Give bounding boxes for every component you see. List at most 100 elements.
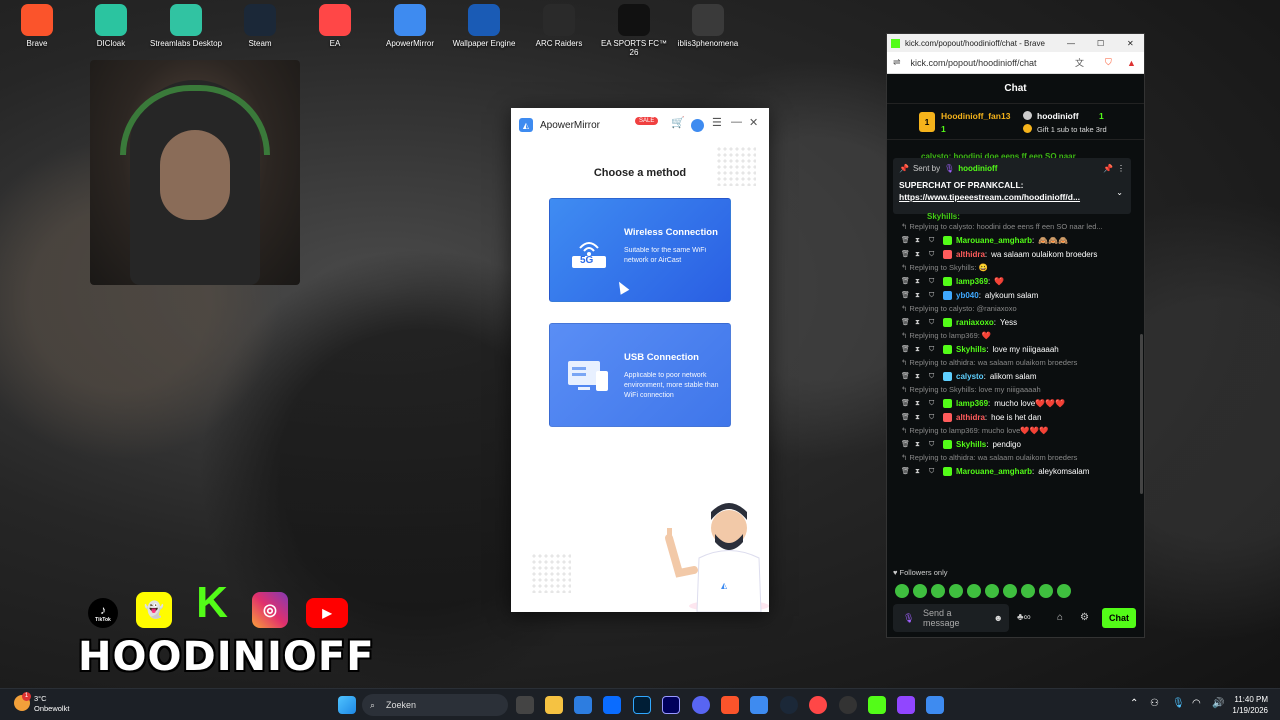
volume-icon[interactable]: 🔊 xyxy=(1212,698,1224,709)
timeout-icon[interactable]: ⧗ xyxy=(915,411,925,424)
apowermirror-taskbar-icon-2[interactable] xyxy=(926,696,944,714)
apowermirror-taskbar-icon[interactable] xyxy=(750,696,768,714)
twitch-icon[interactable] xyxy=(897,696,915,714)
brave-taskbar-icon[interactable] xyxy=(721,696,739,714)
chat-username[interactable]: Marouane_amgharb xyxy=(956,234,1032,247)
timeout-icon[interactable]: ⧗ xyxy=(915,343,925,356)
ban-icon[interactable]: ⛉ xyxy=(929,248,939,261)
timeout-icon[interactable]: ⧗ xyxy=(915,465,925,478)
chat-username[interactable]: lamp369 xyxy=(956,275,988,288)
delete-icon[interactable]: 🗑 xyxy=(901,289,911,302)
ban-icon[interactable]: ⛉ xyxy=(929,275,939,288)
ban-icon[interactable]: ⛉ xyxy=(929,438,939,451)
start-windows-icon[interactable] xyxy=(338,696,356,714)
obs-icon[interactable] xyxy=(839,696,857,714)
pinned-link[interactable]: https://www.tipeeestream.com/hoodinioff/… xyxy=(899,192,1125,202)
chat-username[interactable]: raniaxoxo xyxy=(956,316,994,329)
settings-gear-icon[interactable]: ⚙ xyxy=(1080,612,1089,623)
send-chat-button[interactable]: Chat xyxy=(1102,608,1136,628)
ban-icon[interactable]: ⛉ xyxy=(929,343,939,356)
ban-icon[interactable]: ⛉ xyxy=(929,289,939,302)
desktop-shortcut[interactable]: iblis3phenomena xyxy=(671,4,745,48)
ban-icon[interactable]: ⛉ xyxy=(929,316,939,329)
chat-username[interactable]: yb040 xyxy=(956,289,979,302)
chat-message[interactable]: ↰ Replying to Skyhills: 😀 🗑 ⧗ ⛉ lamp369: ❤️ xyxy=(895,261,1140,288)
timeout-icon[interactable]: ⧗ xyxy=(915,397,925,410)
edge-icon[interactable] xyxy=(603,696,621,714)
mic-tray-icon[interactable]: 🎙 xyxy=(1172,698,1185,709)
chat-message[interactable]: ↰ Replying to althidra: wa salaam oulaik… xyxy=(895,451,1140,478)
emote-icon[interactable] xyxy=(1057,584,1071,598)
chat-username[interactable]: althidra xyxy=(956,411,985,424)
chevron-down-icon[interactable]: ⌄ xyxy=(1116,188,1123,197)
timeout-icon[interactable]: ⧗ xyxy=(915,289,925,302)
kick-taskbar-icon[interactable] xyxy=(868,696,886,714)
desktop-shortcut[interactable]: Wallpaper Engine xyxy=(447,4,521,48)
delete-icon[interactable]: 🗑 xyxy=(901,465,911,478)
timeout-icon[interactable]: ⧗ xyxy=(915,275,925,288)
site-settings-icon[interactable]: ⇌ xyxy=(893,57,901,68)
ban-icon[interactable]: ⛉ xyxy=(929,234,939,247)
chat-message[interactable]: ↰ Replying to lamp369: ❤️ 🗑 ⧗ ⛉ Skyhills: lov… xyxy=(895,329,1140,356)
chat-scrollbar[interactable] xyxy=(1140,334,1143,494)
network-icon[interactable]: ⚇ xyxy=(1150,698,1159,709)
desktop-shortcut[interactable]: ARC Raiders xyxy=(522,4,596,48)
more-options-icon[interactable]: ⋮ xyxy=(1117,164,1125,173)
timeout-icon[interactable]: ⧗ xyxy=(915,248,925,261)
chat-username[interactable]: lamp369 xyxy=(956,397,988,410)
emote-icon[interactable] xyxy=(931,584,945,598)
task-view-icon[interactable] xyxy=(516,696,534,714)
timeout-icon[interactable]: ⧗ xyxy=(915,234,925,247)
account-avatar-icon[interactable] xyxy=(691,119,704,132)
delete-icon[interactable]: 🗑 xyxy=(901,343,911,356)
store-icon[interactable]: ⌂ xyxy=(1057,612,1063,623)
file-explorer-icon[interactable] xyxy=(545,696,563,714)
timeout-icon[interactable]: ⧗ xyxy=(915,370,925,383)
ban-icon[interactable]: ⛉ xyxy=(929,397,939,410)
chat-message[interactable]: ↰ Replying to althidra: wa salaam oulaik… xyxy=(895,356,1140,383)
emote-icon[interactable] xyxy=(1039,584,1053,598)
steam-taskbar-icon[interactable] xyxy=(780,696,798,714)
delete-icon[interactable]: 🗑 xyxy=(901,275,911,288)
delete-icon[interactable]: 🗑 xyxy=(901,411,911,424)
chat-username[interactable]: calysto xyxy=(956,370,984,383)
desktop-shortcut[interactable]: Brave xyxy=(0,4,74,48)
close-icon[interactable]: ✕ xyxy=(749,116,758,129)
emote-icon[interactable] xyxy=(913,584,927,598)
wireless-connection-button[interactable]: 5G Wireless Connection Suitable for the … xyxy=(549,198,731,302)
chat-input[interactable]: 🎙 Send a message ☻ xyxy=(893,604,1009,632)
unpin-icon[interactable]: 📌 xyxy=(1103,164,1113,173)
delete-icon[interactable]: 🗑 xyxy=(901,234,911,247)
emote-icon[interactable] xyxy=(1003,584,1017,598)
chat-message[interactable]: 🗑 ⧗ ⛉ althidra: hoe is het dan xyxy=(895,410,1140,424)
chat-message[interactable]: ↰ Replying to calysto: @raniaxoxo 🗑 ⧗ ⛉ rani… xyxy=(895,302,1140,329)
emote-icon[interactable] xyxy=(949,584,963,598)
desktop-shortcut[interactable]: Steam xyxy=(223,4,297,48)
cart-icon[interactable]: 🛒 xyxy=(671,116,685,129)
delete-icon[interactable]: 🗑 xyxy=(901,316,911,329)
chat-username[interactable]: althidra xyxy=(956,248,985,261)
ban-icon[interactable]: ⛉ xyxy=(929,370,939,383)
sale-badge[interactable]: SALE xyxy=(635,117,659,125)
delete-icon[interactable]: 🗑 xyxy=(901,248,911,261)
address-bar[interactable]: ⇌ kick.com/popout/hoodinioff/chat 文 ⛉ ▲ xyxy=(887,52,1144,74)
close-icon[interactable]: ✕ xyxy=(1127,39,1134,48)
taskbar-search[interactable]: ⌕ Zoeken xyxy=(362,694,508,716)
usb-connection-button[interactable]: USB Connection Applicable to poor networ… xyxy=(549,323,731,427)
emote-icon[interactable] xyxy=(1021,584,1035,598)
desktop-shortcut[interactable]: EA SPORTS FC™ 26 xyxy=(597,4,671,57)
wifi-icon[interactable]: ◠ xyxy=(1192,698,1201,709)
timeout-icon[interactable]: ⧗ xyxy=(915,438,925,451)
maximize-icon[interactable]: ☐ xyxy=(1097,39,1104,48)
brave-shields-icon[interactable]: ⛉ xyxy=(1105,57,1112,68)
emote-icon[interactable] xyxy=(985,584,999,598)
weather-widget[interactable]: 1 3°C Onbewolkt xyxy=(14,692,69,714)
chat-message[interactable]: 🗑 ⧗ ⛉ yb040: alykoum salam xyxy=(895,288,1140,302)
emote-icon[interactable] xyxy=(895,584,909,598)
desktop-shortcut[interactable]: EA xyxy=(298,4,372,48)
ea-taskbar-icon[interactable] xyxy=(809,696,827,714)
chat-message[interactable]: ↰ Replying to lamp369: mucho love❤️❤️❤️ 🗑… xyxy=(895,424,1140,451)
delete-icon[interactable]: 🗑 xyxy=(901,370,911,383)
premiere-icon[interactable] xyxy=(662,696,680,714)
ban-icon[interactable]: ⛉ xyxy=(929,411,939,424)
